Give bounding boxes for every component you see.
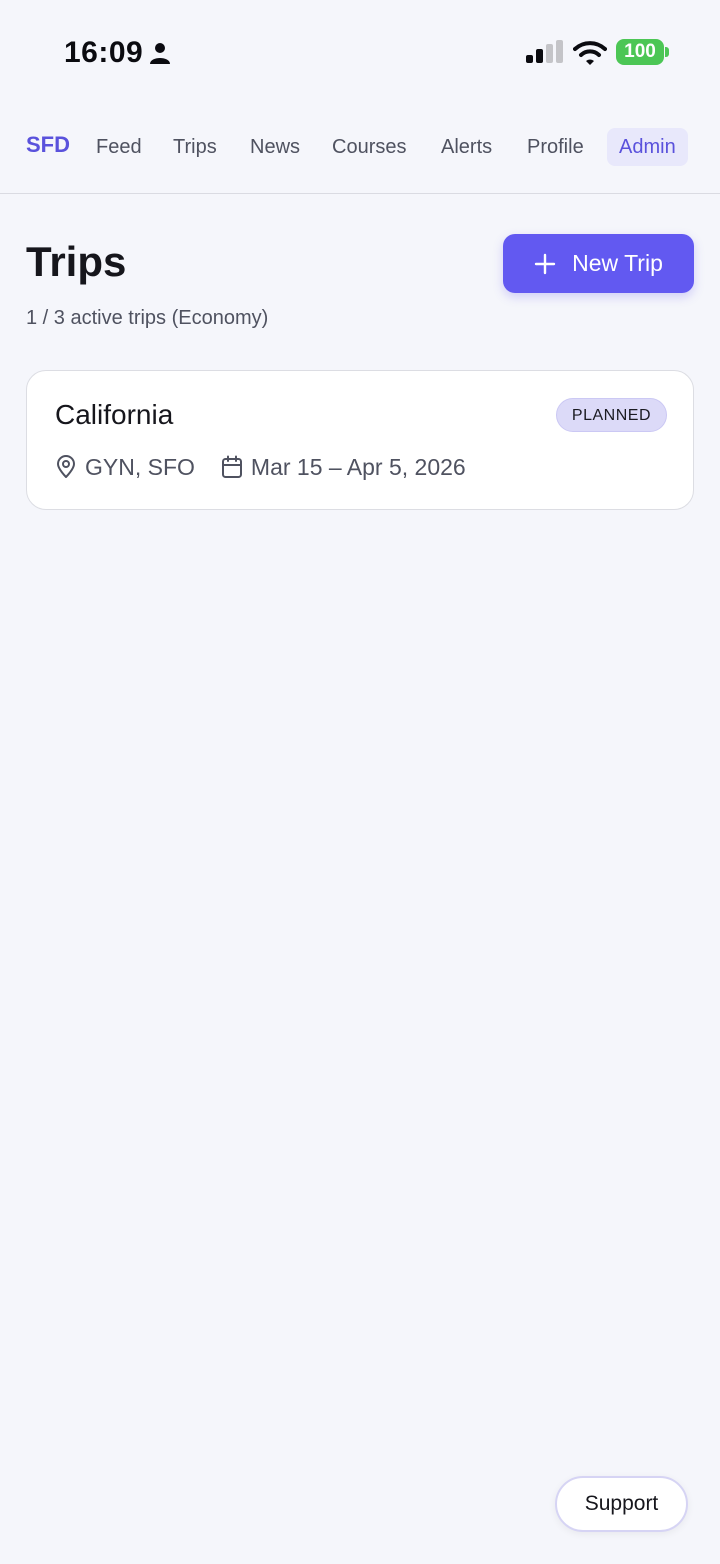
nav-item-admin[interactable]: Admin — [607, 128, 688, 166]
status-time: 16:09 — [64, 36, 144, 69]
status-bar: 16:09 100 — [0, 0, 720, 100]
plus-icon — [534, 253, 556, 274]
trip-dates: Mar 15 – Apr 5, 2026 — [250, 453, 466, 480]
nav-item-trips[interactable]: Trips — [161, 128, 229, 166]
battery-icon: 100 — [616, 39, 664, 65]
active-trips-count: 1 / 3 active trips (Economy) — [26, 307, 269, 329]
new-trip-label: New Trip — [572, 250, 663, 276]
status-badge: PLANNED — [555, 398, 667, 432]
map-pin-icon — [57, 455, 75, 478]
new-trip-button[interactable]: New Trip — [503, 234, 694, 293]
page-title: Trips — [26, 238, 127, 285]
top-nav: SFD Feed Trips News Courses Alerts Profi… — [0, 120, 720, 194]
nav-item-profile[interactable]: Profile — [515, 128, 596, 166]
nav-item-alerts[interactable]: Alerts — [429, 128, 504, 166]
nav-item-news[interactable]: News — [238, 128, 312, 166]
battery-cap — [665, 47, 669, 57]
nav-item-courses[interactable]: Courses — [320, 128, 418, 166]
trip-card[interactable]: California PLANNED GYN, SFO Mar 15 – Apr… — [26, 370, 694, 510]
signal-icon — [526, 40, 563, 63]
calendar-icon — [221, 455, 242, 478]
wifi-icon — [573, 41, 607, 65]
trip-meta: GYN, SFO Mar 15 – Apr 5, 2026 — [55, 453, 466, 481]
trip-name: California — [55, 399, 174, 430]
person-icon — [150, 43, 170, 64]
trip-locations: GYN, SFO — [85, 453, 195, 480]
support-button[interactable]: Support — [555, 1476, 688, 1532]
brand-logo[interactable]: SFD — [26, 132, 70, 158]
nav-item-feed[interactable]: Feed — [84, 128, 154, 166]
